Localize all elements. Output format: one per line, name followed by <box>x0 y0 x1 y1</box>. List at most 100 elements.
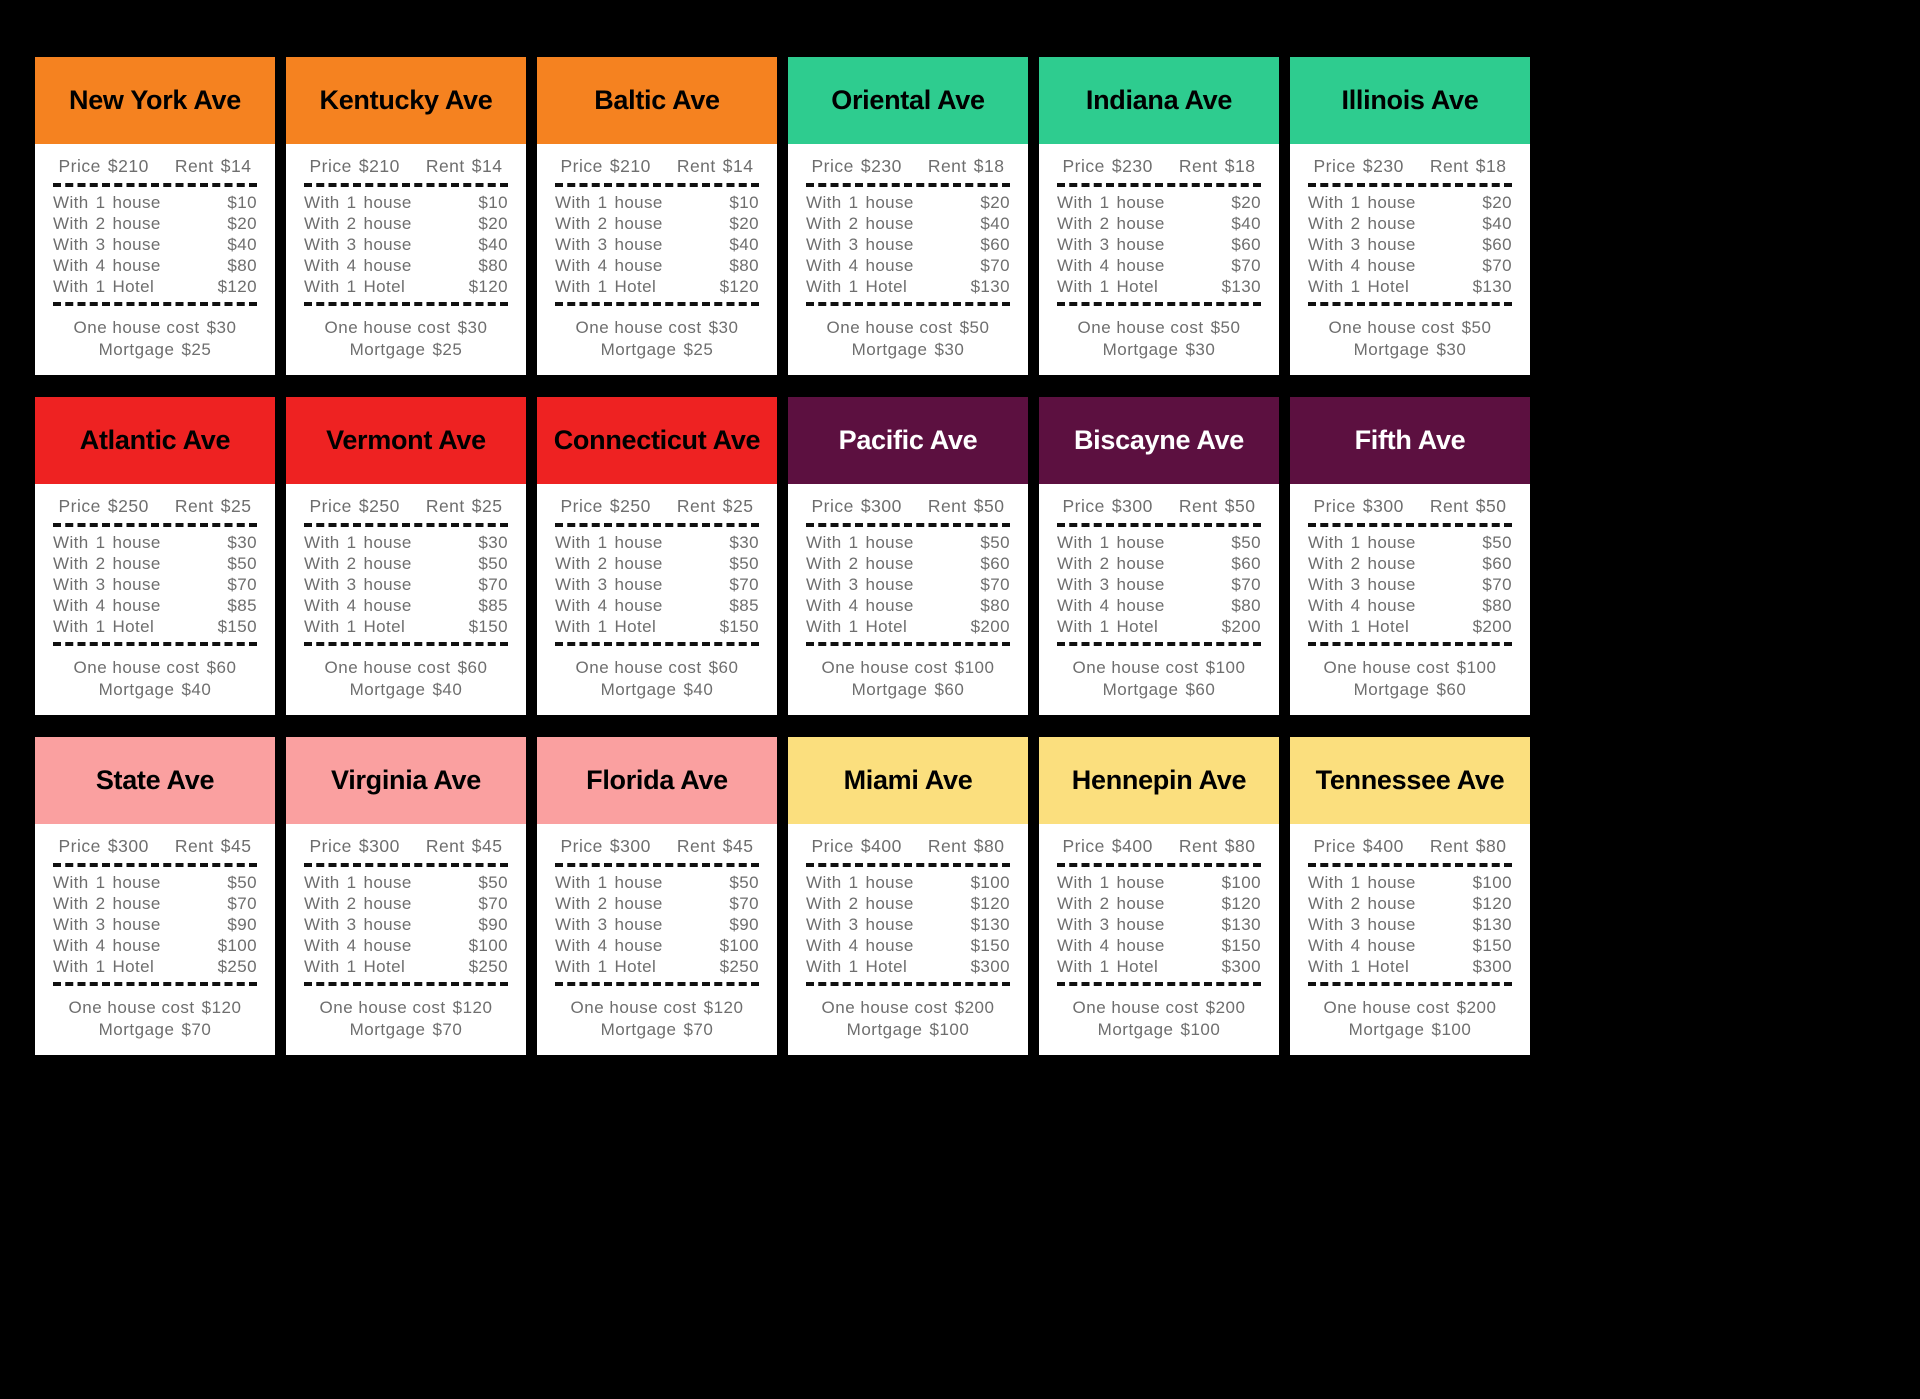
dashed-divider <box>53 982 257 986</box>
rent-row: With 1 house $10 <box>555 192 759 213</box>
card-color-bar: Virginia Ave <box>286 737 526 824</box>
dashed-divider <box>53 302 257 306</box>
property-card[interactable]: Baltic Ave Price $210 Rent $14 With 1 house $10 W… <box>537 57 777 375</box>
mortgage-label: Mortgage <box>600 340 677 359</box>
with-label: With <box>53 894 89 913</box>
property-card[interactable]: State Ave Price $300 Rent $45 With 1 house $50 Wi… <box>35 737 275 1055</box>
house-cost-label: One house cost <box>319 998 446 1017</box>
price-rent-row: Price $230 Rent $18 <box>1306 156 1514 182</box>
house-cost-label: One house cost <box>826 318 953 337</box>
building-type: house <box>363 214 412 233</box>
property-card[interactable]: Miami Ave Price $400 Rent $80 With 1 house $100 W… <box>788 737 1028 1055</box>
card-footer: One house cost $200 Mortgage $100 <box>1055 991 1263 1041</box>
rent-row: With 4 house $80 <box>1057 595 1261 616</box>
rent-label: Rent <box>425 496 465 516</box>
with-label: With <box>1308 936 1344 955</box>
property-card[interactable]: New York Ave Price $210 Rent $14 With 1 house $1… <box>35 57 275 375</box>
building-count: 1 <box>848 617 859 636</box>
rent-table: With 1 house $100 With 2 house $120 With 3 house $1… <box>1306 872 1514 977</box>
property-card[interactable]: Fifth Ave Price $300 Rent $50 With 1 house $50 Wi… <box>1290 397 1530 715</box>
building-count: 3 <box>848 915 859 934</box>
property-card[interactable]: Pacific Ave Price $300 Rent $50 With 1 house $50… <box>788 397 1028 715</box>
rent-label: Rent <box>425 836 465 856</box>
with-label: With <box>304 894 340 913</box>
rent-amount: $130 <box>970 277 1010 296</box>
mortgage-label: Mortgage <box>851 340 928 359</box>
building-count: 2 <box>848 894 859 913</box>
price-value: $230 <box>1111 156 1153 176</box>
building-count: 3 <box>346 235 357 254</box>
dashed-divider <box>806 982 1010 986</box>
building-type: house <box>865 533 914 552</box>
rent-amount: $70 <box>980 575 1010 594</box>
property-card[interactable]: Kentucky Ave Price $210 Rent $14 With 1 house $1… <box>286 57 526 375</box>
property-card[interactable]: Virginia Ave Price $300 Rent $45 With 1 house $5… <box>286 737 526 1055</box>
rent-value: $25 <box>220 496 252 516</box>
rent-row: With 3 house $40 <box>304 234 508 255</box>
building-type: house <box>865 915 914 934</box>
house-cost-value: $60 <box>206 658 237 677</box>
property-card[interactable]: Connecticut Ave Price $250 Rent $25 With 1 hous… <box>537 397 777 715</box>
rent-row: With 2 house $70 <box>304 893 508 914</box>
mortgage-line: Mortgage $70 <box>53 1019 257 1041</box>
price-rent-row: Price $300 Rent $50 <box>1306 496 1514 522</box>
card-body: Price $300 Rent $50 With 1 house $50 With 2 house $… <box>788 484 1028 715</box>
building-type: house <box>1116 256 1165 275</box>
rent-amount: $130 <box>1221 277 1261 296</box>
house-cost-label: One house cost <box>68 998 195 1017</box>
card-color-bar: Florida Ave <box>537 737 777 824</box>
card-footer: One house cost $100 Mortgage $60 <box>1306 651 1514 701</box>
rent-amount: $50 <box>729 554 759 573</box>
card-body: Price $210 Rent $14 With 1 house $10 With 2 house $… <box>286 144 526 375</box>
property-card[interactable]: Oriental Ave Price $230 Rent $18 With 1 house $2… <box>788 57 1028 375</box>
with-label: With <box>555 915 591 934</box>
building-type: house <box>112 596 161 615</box>
mortgage-line: Mortgage $25 <box>53 339 257 361</box>
mortgage-value: $25 <box>683 340 714 359</box>
rent-table: With 1 house $50 With 2 house $60 With 3 house $70 W… <box>804 532 1012 637</box>
rent-amount: $80 <box>1482 596 1512 615</box>
price-value: $210 <box>107 156 149 176</box>
rent-amount: $200 <box>1472 617 1512 636</box>
property-card[interactable]: Vermont Ave Price $250 Rent $25 With 1 house $30… <box>286 397 526 715</box>
with-label: With <box>555 575 591 594</box>
with-label: With <box>1057 193 1093 212</box>
price-label: Price <box>1313 156 1356 176</box>
house-cost-value: $200 <box>1205 998 1246 1017</box>
rent-table: With 1 house $20 With 2 house $40 With 3 house $60 W… <box>1055 192 1263 297</box>
rent-amount: $250 <box>719 957 759 976</box>
property-card[interactable]: Atlantic Ave Price $250 Rent $25 With 1 house $3… <box>35 397 275 715</box>
rent-amount: $50 <box>980 533 1010 552</box>
property-card[interactable]: Hennepin Ave Price $400 Rent $80 With 1 house $1… <box>1039 737 1279 1055</box>
rent-table: With 1 house $20 With 2 house $40 With 3 house $60 W… <box>1306 192 1514 297</box>
rent-table: With 1 house $20 With 2 house $40 With 3 house $60 W… <box>804 192 1012 297</box>
rent-row: With 4 house $100 <box>555 935 759 956</box>
rent-row: With 1 Hotel $120 <box>53 276 257 297</box>
rent-amount: $70 <box>1231 256 1261 275</box>
property-card[interactable]: Illinois Ave Price $230 Rent $18 With 1 house $2… <box>1290 57 1530 375</box>
card-footer: One house cost $60 Mortgage $40 <box>553 651 761 701</box>
price-label: Price <box>58 156 101 176</box>
rent-amount: $120 <box>1221 894 1261 913</box>
card-body: Price $210 Rent $14 With 1 house $10 With 2 house $… <box>35 144 275 375</box>
property-card[interactable]: Florida Ave Price $300 Rent $45 With 1 house $50… <box>537 737 777 1055</box>
rent-row: With 1 Hotel $250 <box>53 956 257 977</box>
rent-row: With 1 house $50 <box>53 872 257 893</box>
with-label: With <box>555 617 591 636</box>
property-card[interactable]: Biscayne Ave Price $300 Rent $50 With 1 house $5… <box>1039 397 1279 715</box>
rent-row: With 1 Hotel $120 <box>555 276 759 297</box>
price-rent-row: Price $300 Rent $50 <box>1055 496 1263 522</box>
building-type: house <box>1116 533 1165 552</box>
with-label: With <box>806 193 842 212</box>
property-card[interactable]: Tennessee Ave Price $400 Rent $80 With 1 house $… <box>1290 737 1530 1055</box>
with-label: With <box>1308 596 1344 615</box>
rent-amount: $150 <box>970 936 1010 955</box>
card-footer: One house cost $200 Mortgage $100 <box>804 991 1012 1041</box>
property-card[interactable]: Indiana Ave Price $230 Rent $18 With 1 house $20… <box>1039 57 1279 375</box>
building-type: Hotel <box>614 617 657 636</box>
dashed-divider <box>806 523 1010 527</box>
price-label: Price <box>1062 836 1105 856</box>
property-name: Pacific Ave <box>838 425 978 455</box>
with-label: With <box>555 256 591 275</box>
building-type: house <box>1367 235 1416 254</box>
